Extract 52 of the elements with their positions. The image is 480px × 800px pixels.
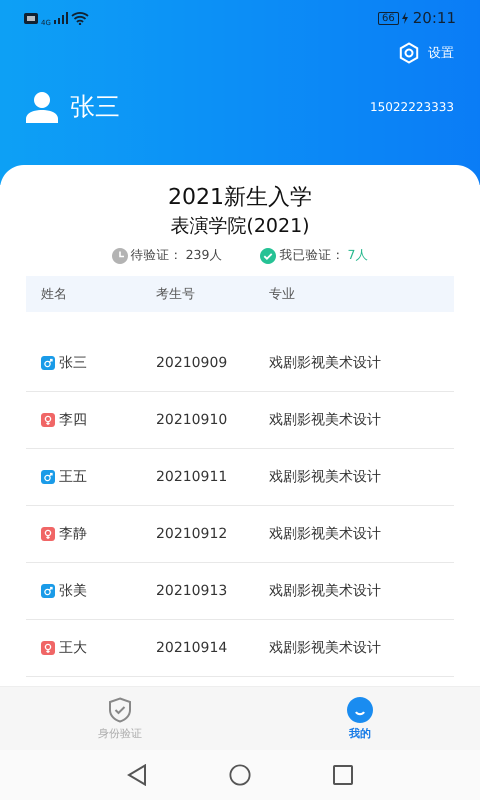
shield-check-icon [108, 696, 132, 722]
column-header: 姓名 [41, 286, 68, 303]
stat-label: 我已验证： [279, 247, 344, 264]
column-header: 考生号 [156, 286, 196, 303]
major-name: 戏剧影视美术设计 [269, 582, 382, 600]
settings-button[interactable]: 设置 [398, 42, 454, 64]
phone-number: 15022223333 [370, 100, 454, 114]
clock-time: 20:11 [412, 9, 456, 27]
major-name: 戏剧影视美术设计 [269, 411, 382, 429]
home-icon[interactable] [229, 764, 251, 786]
student-name: 张美 [59, 582, 87, 600]
smile-icon [347, 696, 373, 722]
user-name: 张三 [70, 91, 120, 123]
male-icon [41, 356, 55, 370]
tab[interactable]: 我的 [300, 687, 420, 750]
major-name: 戏剧影视美术设计 [269, 468, 382, 486]
wifi-icon [70, 12, 89, 24]
female-icon [41, 527, 55, 541]
event-title: 2021新生入学 [167, 184, 313, 212]
check-circle-icon [260, 248, 276, 264]
hd-icon [24, 12, 38, 24]
exam-number: 20210912 [156, 526, 228, 542]
back-icon[interactable] [127, 764, 147, 786]
signal-icon [54, 12, 68, 24]
male-icon [41, 584, 55, 598]
female-icon [41, 641, 55, 655]
stat-value: 239人 [186, 247, 222, 264]
student-name: 李静 [59, 525, 87, 543]
person-icon [26, 90, 58, 122]
settings-icon [398, 42, 420, 64]
charging-icon [402, 12, 408, 24]
clock-icon [112, 248, 128, 264]
student-name: 王五 [59, 468, 87, 486]
major-name: 戏剧影视美术设计 [269, 639, 382, 657]
student-name: 王大 [59, 639, 87, 657]
student-name: 李四 [59, 411, 87, 429]
stat-value: 7人 [347, 247, 368, 264]
major-name: 戏剧影视美术设计 [269, 354, 382, 372]
major-name: 戏剧影视美术设计 [269, 525, 382, 543]
exam-number: 20210914 [156, 640, 228, 656]
exam-number: 20210911 [156, 469, 228, 485]
recent-apps-icon[interactable] [333, 765, 353, 785]
battery-icon: 66 [378, 12, 399, 24]
male-icon [41, 470, 55, 484]
female-icon [41, 413, 55, 427]
stat-label: 待验证： [130, 247, 183, 264]
exam-number: 20210910 [156, 412, 228, 428]
student-name: 张三 [59, 354, 87, 372]
exam-number: 20210913 [156, 583, 228, 599]
college-title: 表演学院(2021) [169, 214, 311, 239]
exam-number: 20210909 [156, 355, 228, 371]
column-header: 专业 [269, 286, 296, 303]
